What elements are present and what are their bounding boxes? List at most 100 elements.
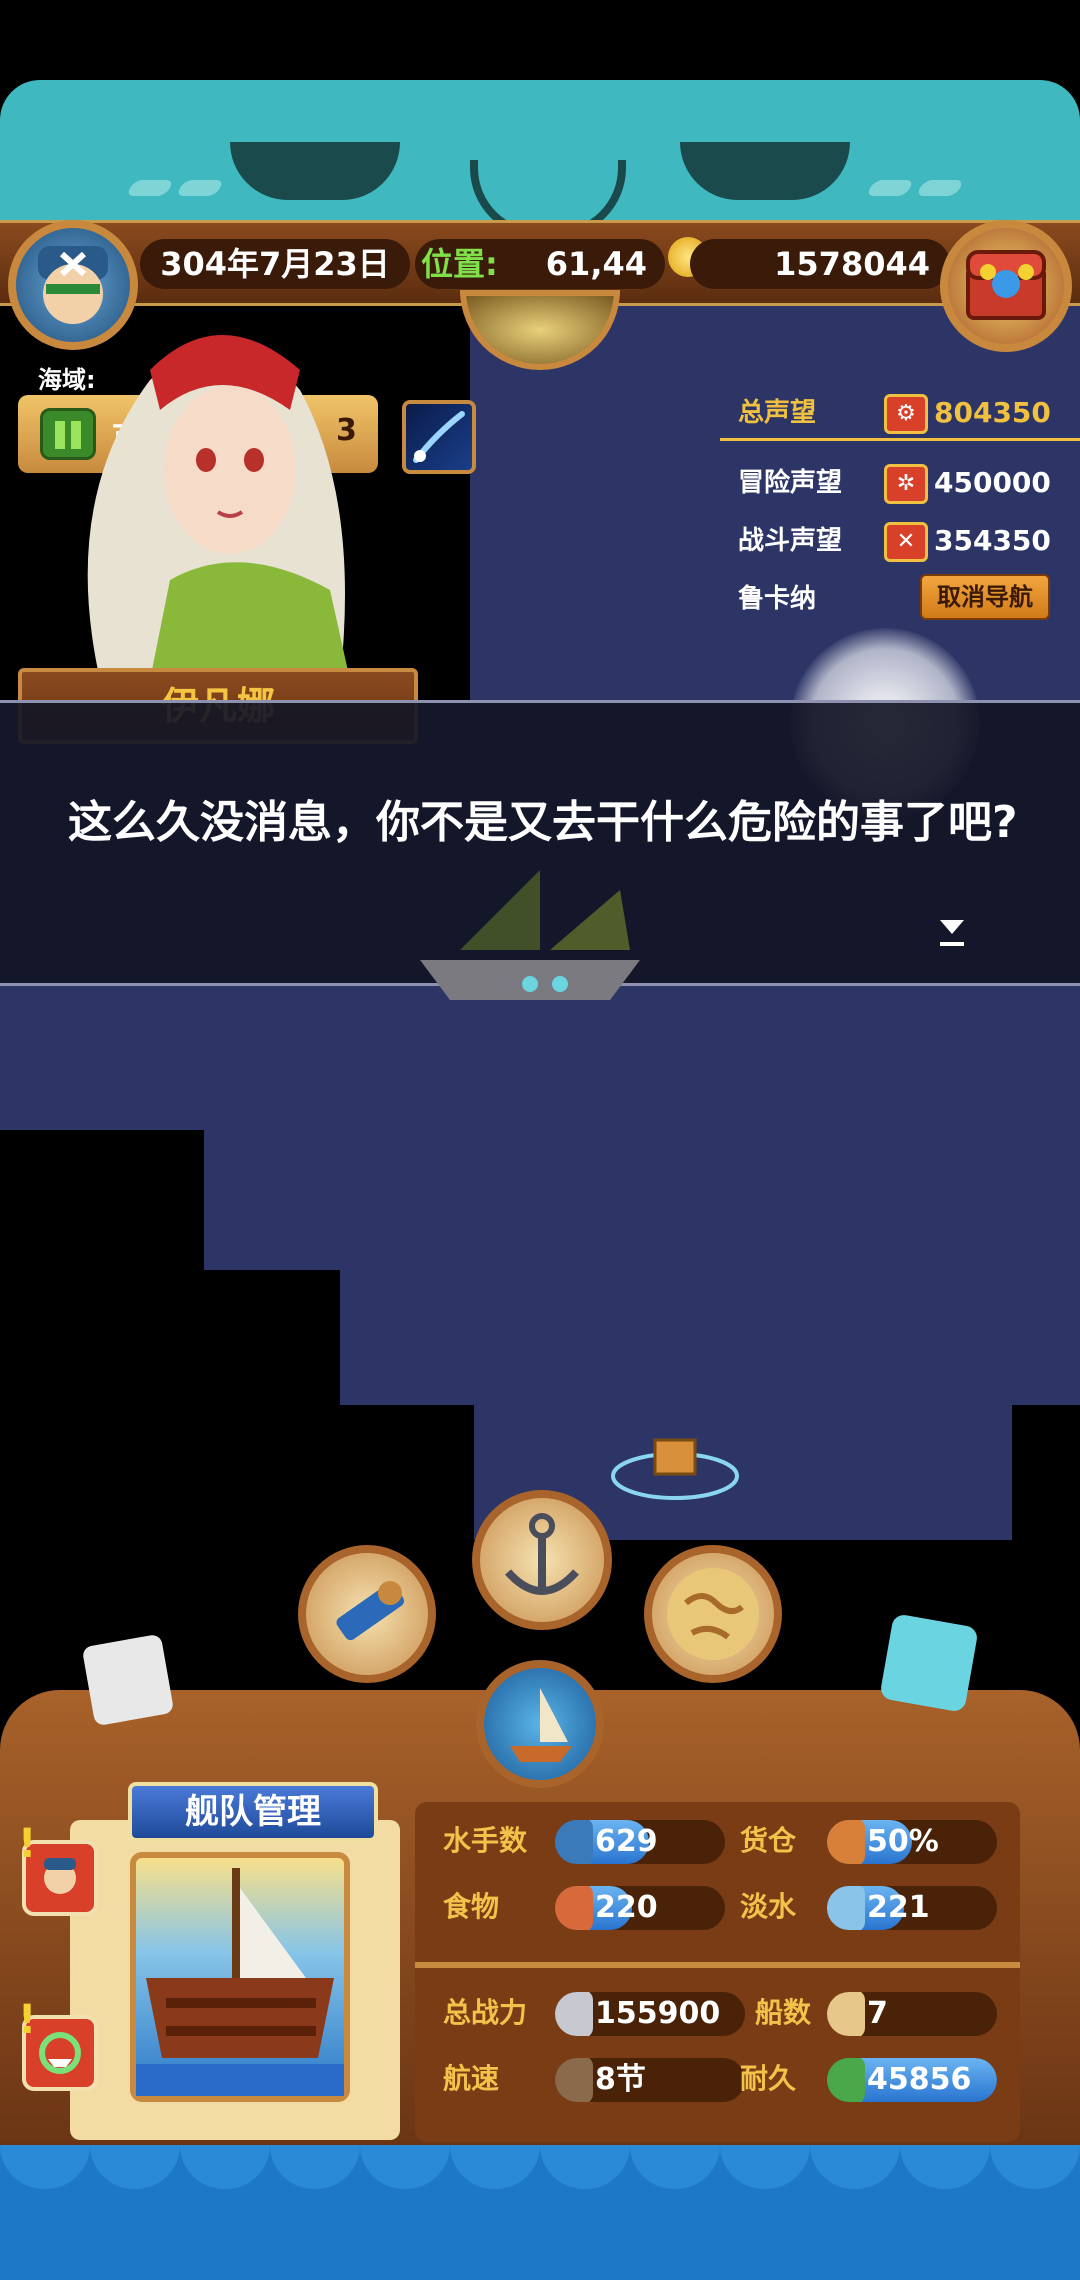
reputation-divider [720,438,1080,441]
blue-cat-mascot [879,1613,979,1713]
wave [180,2145,270,2189]
wave [270,2145,360,2189]
durability-label: 耐久 [740,2062,797,2095]
character-portrait [40,300,380,680]
power-value: 155900 [595,1996,721,2031]
bottom-sea [0,2145,1080,2280]
player-ship[interactable] [400,860,660,1020]
cat-banner [0,80,1080,230]
globe-icon [667,1568,759,1660]
fleet-management-title[interactable]: 舰队管理 [128,1782,378,1842]
repair-icon [827,2058,865,2102]
durability-bar: 45856 [827,2058,997,2102]
cargo-label: 货仓 [740,1824,797,1857]
sailors-label: 水手数 [443,1824,528,1857]
cat-stripe [865,180,915,196]
destination-label: 鲁卡纳 [738,584,817,614]
adventure-reputation-value: 450000 [934,466,1051,499]
total-reputation-value: 804350 [934,396,1051,429]
crew-alert-icon: ! [18,1821,37,1867]
position-value: 61,44 [545,245,647,283]
position-display: 位置: 61,44 [415,239,665,289]
ship-icon [420,870,640,1000]
game-date: 304年7月23日 [140,239,410,289]
cat-eye-right [680,142,850,200]
dialog-text: 这么久没消息，你不是又去干什么危险的事了吧? [68,797,1018,848]
sailors-value: 629 [595,1824,658,1859]
dialog-next-icon[interactable] [938,918,966,948]
gold-amount: 1578044 [690,239,950,289]
ship-count-icon [827,1992,865,2036]
power-bar: 155900 [555,1992,745,2036]
sailor-icon [555,1820,593,1864]
sailor-icon [44,1858,76,1894]
wave [990,2145,1080,2189]
wave [90,2145,180,2189]
position-label: 位置: [421,245,498,283]
cat-stripe [175,180,225,196]
wave [540,2145,630,2189]
ships-label: 船数 [755,1996,812,2029]
wave [0,2145,90,2189]
fleet-stats: 水手数 629 货仓 50% 食物 220 淡水 221 总战力 155900 … [415,1802,1020,2142]
cat-stripe [125,180,175,196]
cargo-icon [827,1820,865,1864]
water-jug-icon [827,1886,865,1930]
speed-label: 航速 [443,2062,500,2095]
cargo-value: 50% [867,1824,939,1859]
white-cat-mascot [81,1633,175,1727]
battle-reputation-label: 战斗声望 [738,526,843,556]
total-reputation-row: 总声望 ⚙ 804350 [738,388,1078,438]
sea-tile[interactable] [340,1270,1080,1405]
anchor-button[interactable] [472,1490,612,1630]
speed-bar: 8节 [555,2058,745,2102]
ship-cutaway-icon [136,1868,344,2096]
sail-button[interactable] [476,1660,604,1788]
food-bar: 220 [555,1886,725,1930]
wave [900,2145,990,2189]
ships-value: 7 [867,1996,888,2031]
character-illustration [87,335,350,680]
sea-tile[interactable] [204,1130,1080,1270]
durability-value: 45856 [867,2062,972,2097]
floating-crate[interactable] [610,1430,740,1500]
world-map-button[interactable] [644,1545,782,1683]
speed-value: 8节 [595,2062,646,2097]
water-bar: 221 [827,1886,997,1930]
stats-divider [415,1962,1020,1968]
skill-button[interactable] [402,400,476,474]
treasure-chest-icon [966,250,1046,320]
total-reputation-label: 总声望 [738,398,817,428]
battle-reputation-row: 战斗声望 ✕ 354350 [738,516,1078,566]
swords-icon [555,1992,593,2036]
speed-ship-icon [555,2058,593,2102]
cancel-navigation-button[interactable]: 取消导航 [920,574,1050,620]
sailing-ship-icon [510,1688,572,1762]
spyglass-icon [336,1581,405,1641]
cat-eye-left [230,142,400,200]
adventure-reputation-label: 冒险声望 [738,468,843,498]
wave [630,2145,720,2189]
adventure-reputation-row: 冒险声望 ✲ 450000 [738,458,1078,508]
water-label: 淡水 [740,1890,797,1923]
crate-icon [611,1438,739,1500]
repair-alert-icon: ! [18,1997,37,2043]
total-reputation-icon: ⚙ [884,394,928,434]
treasure-chest-button[interactable] [940,220,1072,352]
battle-reputation-icon: ✕ [884,522,928,562]
wave [720,2145,810,2189]
food-label: 食物 [443,1890,500,1923]
flagship-picture[interactable] [130,1852,350,2102]
sailors-bar: 629 [555,1820,725,1864]
ships-bar: 7 [827,1992,997,2036]
battle-reputation-value: 354350 [934,524,1051,557]
meat-icon [555,1886,593,1930]
food-value: 220 [595,1890,658,1925]
comet-icon [413,411,465,463]
power-label: 总战力 [443,1996,528,2029]
anchor-icon [505,1513,579,1595]
cat-stripe [915,180,965,196]
repair-ship-icon [39,2032,81,2074]
spyglass-button[interactable] [298,1545,436,1683]
cargo-bar: 50% [827,1820,997,1864]
